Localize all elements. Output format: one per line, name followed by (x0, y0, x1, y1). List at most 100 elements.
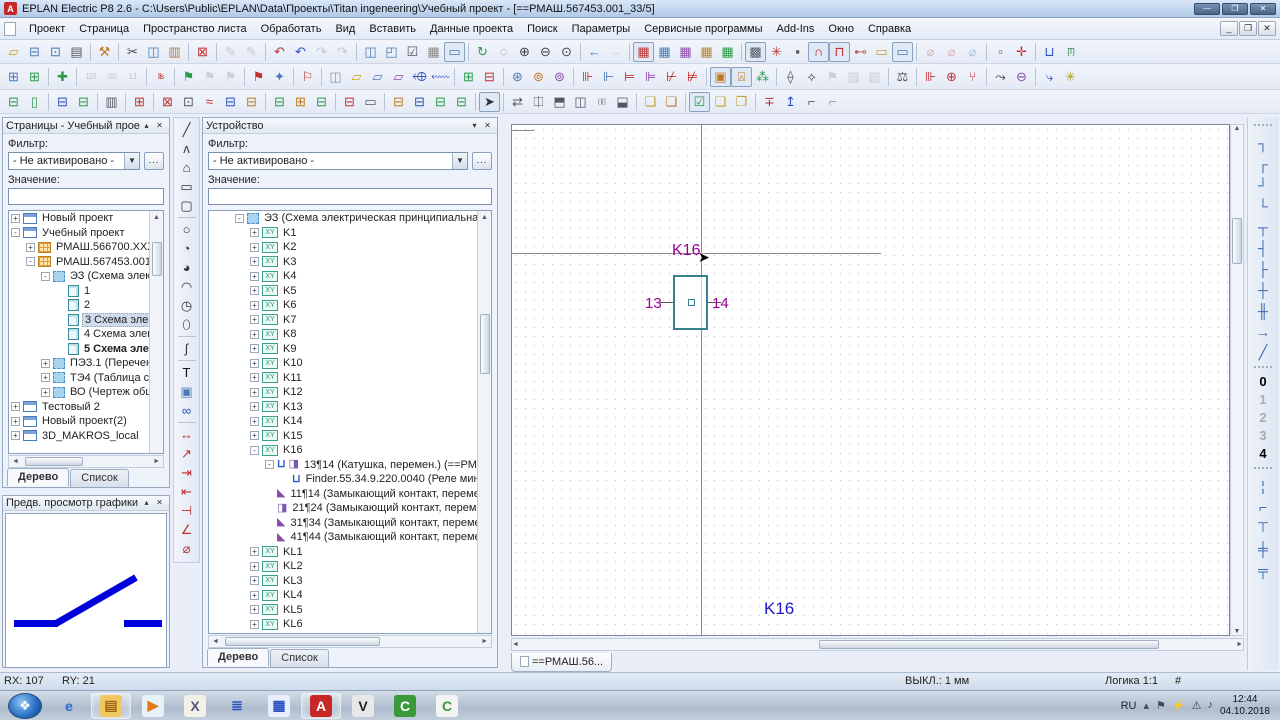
node-purple-button[interactable]: ⊖ (1011, 67, 1032, 87)
tree-expander-icon[interactable]: + (41, 359, 50, 368)
text-box-button[interactable]: ▭ (871, 42, 892, 62)
box-rotate-button[interactable]: ⬓ (612, 92, 633, 112)
tree-item[interactable]: -XYK16 (233, 443, 477, 458)
box-split-button[interactable]: ◫ (570, 92, 591, 112)
pages-filter-select[interactable]: - Не активировано - ▼ (8, 152, 140, 170)
tree-item[interactable]: +XYK6 (233, 298, 477, 313)
struct-b1-button[interactable]: ⊟ (52, 92, 73, 112)
tree-expander-icon[interactable]: + (250, 431, 259, 440)
terminal-strip-button[interactable]: ⊪ (577, 67, 598, 87)
back-button[interactable]: ← (584, 42, 605, 62)
tree-expander-icon[interactable]: + (11, 402, 20, 411)
device-asterisk-button[interactable]: ⁂ (752, 67, 773, 87)
list-e2-button[interactable]: ⊞ (290, 92, 311, 112)
line-tool[interactable]: ╱ (176, 120, 198, 139)
tree-expander-icon[interactable]: + (11, 417, 20, 426)
layer-4[interactable]: 4 (1251, 446, 1275, 464)
window-split-button[interactable]: ◫ (360, 42, 381, 62)
tree-item[interactable]: +XYKL6 (233, 617, 477, 632)
pages-tab-список[interactable]: Список (70, 469, 129, 487)
struct-b2-button[interactable]: ⊟ (73, 92, 94, 112)
scroll-up-icon[interactable]: ▲ (481, 211, 488, 224)
arrow-blue-button[interactable]: ⤷ (1039, 67, 1060, 87)
canvas-vscrollbar[interactable]: ▲ ▼ (1230, 124, 1244, 636)
mirror-button[interactable]: ⎅ (528, 92, 549, 112)
tree-expander-icon[interactable]: + (250, 373, 259, 382)
dimension-linear-tool[interactable]: ↔ (176, 425, 198, 444)
menu-вид[interactable]: Вид (328, 20, 362, 38)
menu-обработать[interactable]: Обработать (254, 20, 329, 38)
preview-close-button[interactable]: ✕ (153, 497, 166, 509)
t-marker-button[interactable]: [T] (1060, 42, 1081, 62)
device-select-button[interactable]: ⊚ (528, 67, 549, 87)
grid-c-button[interactable]: ▦ (675, 42, 696, 62)
format-painter-copy-button[interactable]: ✎ (241, 42, 262, 62)
device-filter-select[interactable]: - Не активировано - ▼ (208, 152, 468, 170)
grid-on-button[interactable]: ▩ (745, 42, 766, 62)
dimension-continued-tool[interactable]: ⊣ (176, 501, 198, 520)
tree-expander-icon[interactable]: - (26, 257, 35, 266)
magnet-open-button[interactable]: ∩ (808, 42, 829, 62)
grid-a-button[interactable]: ▦ (633, 42, 654, 62)
frame-b-button[interactable]: ⍓ (731, 67, 752, 87)
minimize-button[interactable]: — (1194, 3, 1220, 15)
select-copy-button[interactable]: ❏ (710, 92, 731, 112)
pointer-button[interactable]: ➤ (479, 92, 500, 112)
tree-expander-icon[interactable]: + (250, 562, 259, 571)
measure-cut-button[interactable]: ∓ (759, 92, 780, 112)
rectangle-tool[interactable]: ▭ (176, 177, 198, 196)
dimension-chain-tool[interactable]: ⇥ (176, 463, 198, 482)
tree-item[interactable]: +XYK15 (233, 429, 477, 444)
snap-point-button[interactable]: ▪ (787, 42, 808, 62)
scroll-right-icon[interactable]: ► (478, 638, 491, 645)
relay-coil-symbol[interactable] (673, 275, 708, 330)
sync-c-button[interactable]: ⊟ (430, 92, 451, 112)
taskbar-xml-notepad[interactable]: X (175, 693, 215, 719)
tree-expander-icon[interactable]: - (235, 214, 244, 223)
tree-expander-icon[interactable]: + (250, 243, 259, 252)
scroll-right-icon[interactable]: ► (150, 458, 163, 465)
select-paste-button[interactable]: ❐ (731, 92, 752, 112)
tree-item[interactable]: +⊔Finder.55.34.9.220.0040 (Реле мини (233, 472, 477, 487)
device-navigator-button[interactable]: ⊛ (507, 67, 528, 87)
tree-expander-icon[interactable]: + (250, 547, 259, 556)
new-page-button[interactable]: ▱ (3, 42, 24, 62)
chevron-down-icon[interactable]: ▼ (124, 153, 139, 169)
box-3d-button[interactable]: ⬒ (549, 92, 570, 112)
terminal-edit-button[interactable]: ⊨ (619, 67, 640, 87)
menu-add-ins[interactable]: Add-Ins (770, 20, 822, 38)
pages-close-button[interactable]: ✕ (153, 120, 166, 132)
tree-item[interactable]: +XYK12 (233, 385, 477, 400)
page-properties-button[interactable]: ⊡ (45, 42, 66, 62)
tree-item[interactable]: +XYK5 (233, 284, 477, 299)
tree-item[interactable]: +◣41¶44 (Замыкающий контакт, переме (233, 530, 477, 545)
tree-expander-icon[interactable]: + (250, 359, 259, 368)
device-tab-список[interactable]: Список (270, 649, 329, 667)
grid-e-button[interactable]: ▦ (717, 42, 738, 62)
tray-expand-icon[interactable]: ▴ (1143, 699, 1149, 712)
device-pin-button[interactable]: ▾ (468, 120, 481, 132)
tree-item[interactable]: +XYKL2 (233, 559, 477, 574)
flag-gray-button[interactable]: ⚑ (199, 67, 220, 87)
busbar-button[interactable]: ⊪ (920, 67, 941, 87)
tree-item[interactable]: +Тестовый 2 (9, 400, 149, 415)
scrollbar-thumb[interactable] (1232, 218, 1242, 264)
workbook-mode-button[interactable]: ▭ (444, 42, 465, 62)
taskbar-camtasia-rec[interactable]: C (427, 693, 467, 719)
ungroup-button[interactable]: ❏ (661, 92, 682, 112)
taskbar-save-tool[interactable]: ▦ (259, 693, 299, 719)
scroll-right-icon[interactable]: ► (1236, 641, 1243, 648)
menu-поиск[interactable]: Поиск (520, 20, 564, 38)
canvas-hscrollbar[interactable]: ◄ ► (511, 638, 1244, 651)
balance-button[interactable]: ⚖ (892, 67, 913, 87)
tree-expander-icon[interactable]: - (41, 272, 50, 281)
scrollbar-thumb[interactable] (25, 457, 84, 466)
text-tool[interactable]: T (176, 363, 198, 382)
device-tag-k16-bottom[interactable]: K16 (764, 599, 794, 619)
print-button[interactable]: ▤ (66, 42, 87, 62)
device-value-input[interactable] (208, 188, 492, 205)
dimension-baseline-tool[interactable]: ⇤ (176, 482, 198, 501)
preview-panel-header[interactable]: Предв. просмотр графики ▴ ✕ (3, 496, 169, 511)
redo-button[interactable]: ↷ (311, 42, 332, 62)
interruption-point[interactable]: ¦ (1251, 475, 1275, 496)
